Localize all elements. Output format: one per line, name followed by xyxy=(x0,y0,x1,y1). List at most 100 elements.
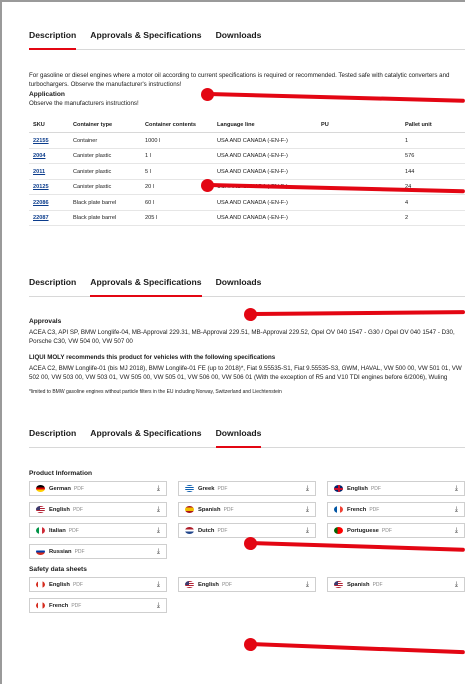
download-link-italian[interactable]: Italian PDF ⤓ xyxy=(29,523,167,538)
download-link-german[interactable]: German PDF ⤓ xyxy=(29,481,167,496)
table-cell xyxy=(317,163,401,180)
tab-approvals[interactable]: Approvals & Specifications xyxy=(90,28,201,49)
download-link-english[interactable]: English PDF ⤓ xyxy=(29,577,167,592)
download-link-spanish[interactable]: Spanish PDF ⤓ xyxy=(178,502,316,517)
download-icon[interactable]: ⤓ xyxy=(455,527,458,535)
tab-downloads[interactable]: Downloads xyxy=(215,426,261,448)
table-cell: 205 l xyxy=(141,210,213,227)
download-label: Spanish xyxy=(347,581,370,588)
tab-description[interactable]: Description xyxy=(29,426,76,447)
download-icon[interactable]: ⤓ xyxy=(306,527,309,535)
footnote: *limited to BMW gasoline engines without… xyxy=(29,389,282,396)
download-icon[interactable]: ⤓ xyxy=(157,602,160,610)
downloads-section: Description Approvals & Specifications D… xyxy=(29,426,465,613)
flag-pt-icon xyxy=(334,527,343,534)
table-cell: Canister plastic xyxy=(69,163,141,180)
download-icon[interactable]: ⤓ xyxy=(157,581,160,589)
file-type: PDF xyxy=(221,581,232,588)
download-icon[interactable]: ⤓ xyxy=(455,581,458,589)
table-row: 2004 Canister plastic 1 l USA AND CANADA… xyxy=(29,148,465,165)
table-cell: 144 xyxy=(401,163,465,180)
flag-us-icon xyxy=(185,581,194,588)
download-icon[interactable]: ⤓ xyxy=(306,485,309,493)
file-type: PDF xyxy=(74,548,85,555)
file-type: PDF xyxy=(72,581,83,588)
download-label: Italian xyxy=(49,527,66,534)
tab-downloads[interactable]: Downloads xyxy=(216,275,262,296)
download-link-spanish[interactable]: Spanish PDF ⤓ xyxy=(327,577,465,592)
tab-bar: Description Approvals & Specifications D… xyxy=(29,28,465,50)
download-link-french[interactable]: French PDF ⤓ xyxy=(29,598,167,613)
file-type: PDF xyxy=(68,527,79,534)
table-row: 2011 Canister plastic 5 l USA AND CANADA… xyxy=(29,163,465,180)
file-type: PDF xyxy=(73,485,84,492)
flag-gr-icon xyxy=(185,485,194,492)
sku-link[interactable]: 22086 xyxy=(29,194,69,211)
col-sku: SKU xyxy=(29,117,69,134)
download-label: Spanish xyxy=(198,506,221,513)
download-icon[interactable]: ⤓ xyxy=(455,485,458,493)
download-icon[interactable]: ⤓ xyxy=(157,485,160,493)
download-link-dutch[interactable]: Dutch PDF ⤓ xyxy=(178,523,316,538)
download-icon[interactable]: ⤓ xyxy=(157,527,160,535)
file-type: PDF xyxy=(223,506,234,513)
tab-description[interactable]: Description xyxy=(29,275,76,296)
download-label: French xyxy=(347,506,367,513)
table-cell: 4 xyxy=(401,194,465,211)
table-cell: Black plate barrel xyxy=(69,210,141,227)
tab-downloads[interactable]: Downloads xyxy=(216,28,262,49)
approvals-section: Description Approvals & Specifications D… xyxy=(29,275,465,397)
download-icon[interactable]: ⤓ xyxy=(455,506,458,514)
flag-ru-icon xyxy=(36,548,45,555)
download-icon[interactable]: ⤓ xyxy=(306,581,309,589)
table-cell xyxy=(317,148,401,165)
download-link-greek[interactable]: Greek PDF ⤓ xyxy=(178,481,316,496)
sku-link[interactable]: 20125 xyxy=(29,179,69,196)
download-icon[interactable]: ⤓ xyxy=(157,506,160,514)
recommend-text: ACEA C2, BMW Longlife-01 (bis MJ 2018), … xyxy=(29,365,462,381)
download-icon[interactable]: ⤓ xyxy=(306,506,309,514)
download-link-english[interactable]: English PDF ⤓ xyxy=(327,481,465,496)
download-label: English xyxy=(49,506,70,513)
safety-title: Safety data sheets xyxy=(29,566,87,573)
col-language-line: Language line xyxy=(213,117,317,134)
table-cell: 1000 l xyxy=(141,132,213,149)
download-link-portuguese[interactable]: Portuguese PDF ⤓ xyxy=(327,523,465,538)
safety-grid: English PDF ⤓ English PDF ⤓ Spanish PDF ⤓ French P… xyxy=(29,577,465,613)
application-text: Observe the manufacturers instructions! xyxy=(29,100,139,108)
flag-it-icon xyxy=(36,527,45,534)
col-container-type: Container type xyxy=(69,117,141,134)
download-link-english[interactable]: English PDF ⤓ xyxy=(178,577,316,592)
table-cell: 1 l xyxy=(141,148,213,165)
flag-fr-icon xyxy=(334,506,343,513)
download-link-french[interactable]: French PDF ⤓ xyxy=(327,502,465,517)
download-label: English xyxy=(347,485,368,492)
table-cell xyxy=(317,210,401,227)
table-cell: USA AND CANADA (-EN-F-) xyxy=(213,210,317,227)
download-link-russian[interactable]: Russian PDF ⤓ xyxy=(29,544,167,559)
download-label: German xyxy=(49,485,71,492)
file-type: PDF xyxy=(217,485,228,492)
tab-description[interactable]: Description xyxy=(29,28,77,50)
sku-link[interactable]: 22087 xyxy=(29,210,69,227)
file-type: PDF xyxy=(217,527,228,534)
table-header-row: SKU Container type Container contents La… xyxy=(29,117,465,134)
download-icon[interactable]: ⤓ xyxy=(157,548,160,556)
table-cell: USA AND CANADA (-EN-F-) xyxy=(213,148,317,165)
flag-de-icon xyxy=(36,485,45,492)
table-cell: 576 xyxy=(401,148,465,165)
sku-link[interactable]: 22155 xyxy=(29,132,69,149)
sku-link[interactable]: 2004 xyxy=(29,148,69,165)
table-row: 22086 Black plate barrel 60 l USA AND CA… xyxy=(29,194,465,211)
download-label: Greek xyxy=(198,485,215,492)
download-label: Dutch xyxy=(198,527,215,534)
flag-ca-icon xyxy=(36,581,45,588)
tab-approvals[interactable]: Approvals & Specifications xyxy=(90,426,201,447)
col-pallet-unit: Pallet unit xyxy=(401,117,465,134)
description-section: Description Approvals & Specifications D… xyxy=(29,28,465,227)
tab-approvals[interactable]: Approvals & Specifications xyxy=(90,275,202,297)
file-type: PDF xyxy=(71,602,82,609)
table-cell: USA AND CANADA (-EN-F-) xyxy=(213,194,317,211)
download-link-english[interactable]: English PDF ⤓ xyxy=(29,502,167,517)
sku-link[interactable]: 2011 xyxy=(29,163,69,180)
